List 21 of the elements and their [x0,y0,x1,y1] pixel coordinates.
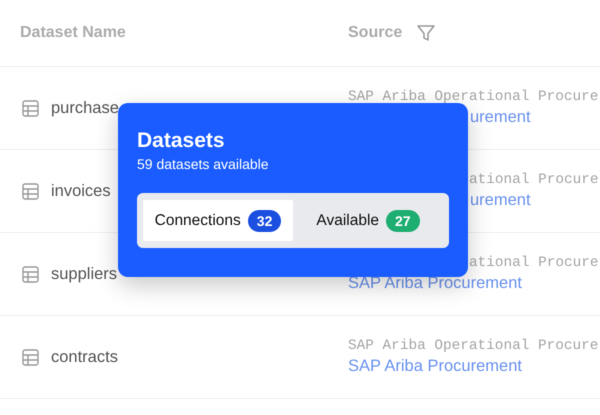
table-icon [22,100,39,116]
source-system: ational Procure [469,255,599,271]
table-icon [22,348,39,366]
dataset-name[interactable]: contracts [51,348,118,366]
column-header: Source [348,24,402,42]
source-system: SAP Ariba Operational Procure [348,338,598,354]
table-icon [22,266,39,282]
count-badge: 32 [248,210,282,232]
tab[interactable]: Available 27 [293,200,443,241]
dataset-name[interactable]: purchase [51,98,119,118]
dataset-name[interactable]: suppliers [51,264,118,284]
filter-icon[interactable] [416,23,436,43]
count-badge: 27 [386,210,420,232]
column-header: Dataset Name [20,24,126,42]
table-icon [22,182,39,200]
source-system: ational Procure [469,172,599,188]
tab[interactable]: Connections 32 [143,200,293,241]
source-system: SAP Ariba Operational Procure [348,89,598,105]
popover-subtitle: 59 datasets available [137,155,270,173]
dataset-name[interactable]: invoices [51,182,111,200]
popover-title: Datasets [137,129,226,153]
